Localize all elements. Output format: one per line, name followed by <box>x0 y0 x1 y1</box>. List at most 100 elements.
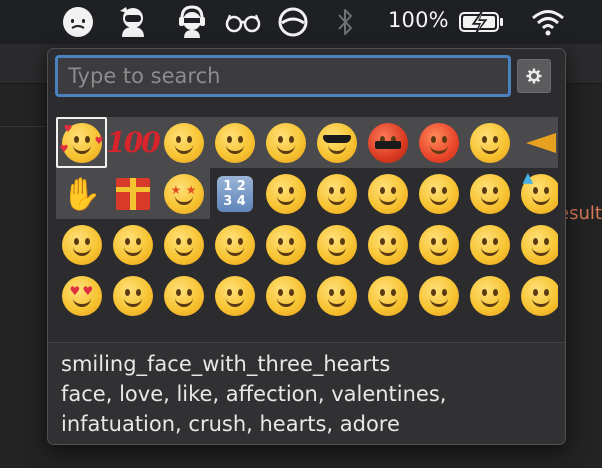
smiling-face-icon <box>418 224 459 265</box>
emoji-face-with-tears-of-joy[interactable] <box>413 168 464 219</box>
emoji-thinking-face[interactable] <box>209 117 260 168</box>
emoji-pouting-face[interactable] <box>413 117 464 168</box>
emoji-zany-face[interactable] <box>362 270 413 321</box>
emoji-exploding-head[interactable] <box>464 117 515 168</box>
smiling-face-with-smiling-eyes-icon <box>316 224 357 265</box>
emoji-smiling-face-with-smiling-eyes[interactable] <box>311 219 362 270</box>
hacker-icon[interactable] <box>170 0 214 44</box>
rolling-on-the-floor-laughing-icon <box>469 173 510 214</box>
face-with-monocle-icon <box>469 275 510 316</box>
bluetooth-icon[interactable] <box>330 0 360 44</box>
astronaut-icon[interactable] <box>112 0 154 44</box>
smiling-face-with-halo-icon <box>214 224 255 265</box>
loudspeaker-icon <box>522 130 559 156</box>
pouting-face-icon <box>418 122 459 163</box>
emoji-kissing-face[interactable] <box>158 270 209 321</box>
face-savoring-food-icon <box>469 224 510 265</box>
face-with-raised-eyebrow-icon <box>418 275 459 316</box>
emoji-grid-viewport[interactable]: ♥ ♥ ♥ 100 ✋ ★ ★ 1 23 4 ▲ ♥ ♥ <box>56 117 558 342</box>
wrapped-gift-icon <box>115 177 150 210</box>
grinning-face-icon <box>265 173 306 214</box>
emoji-grinning-face-with-smiling-eyes[interactable] <box>158 219 209 270</box>
zany-face-icon <box>367 275 408 316</box>
background-divider <box>0 126 46 127</box>
emoji-rolling-on-the-floor-laughing[interactable] <box>464 168 515 219</box>
kissing-face-with-closed-eyes-icon <box>265 275 306 316</box>
smiling-face-with-sunglasses-icon <box>316 122 357 163</box>
smiling-face-with-three-hearts-icon: ♥ ♥ ♥ <box>60 122 103 163</box>
emoji-squinting-face-with-tongue[interactable] <box>515 270 558 321</box>
glasses-icon[interactable] <box>222 0 264 44</box>
emoji-face-savoring-food[interactable] <box>464 219 515 270</box>
face-with-tears-of-joy-icon <box>418 173 459 214</box>
emoji-face-with-monocle[interactable] <box>464 270 515 321</box>
emoji-grinning-squinting-face[interactable] <box>107 219 158 270</box>
emoji-hundred-points[interactable]: 100 <box>106 117 160 168</box>
emoji-wrapped-gift[interactable] <box>107 168 158 219</box>
face-with-symbols-on-mouth-icon <box>367 122 408 163</box>
emoji-grinning-face-with-sweat[interactable] <box>158 117 209 168</box>
face-blowing-a-kiss-icon <box>112 275 153 316</box>
no-entry-icon[interactable] <box>274 0 312 44</box>
hundred-points-icon: 100 <box>106 126 160 159</box>
emoji-relieved-face[interactable] <box>515 219 558 270</box>
emoji-kissing-face-with-smiling-eyes[interactable] <box>209 270 260 321</box>
emoji-folded-hands[interactable]: ✋ <box>56 168 107 219</box>
emoji-winking-face-with-tongue[interactable] <box>311 270 362 321</box>
emoji-star-struck[interactable]: ★ ★ <box>158 168 209 219</box>
emoji-keywords-line: infatuation, crush, hearts, adore <box>61 412 400 436</box>
squinting-face-with-tongue-icon <box>520 275 558 316</box>
emoji-grid[interactable]: ♥ ♥ ♥ 100 ✋ ★ ★ 1 23 4 ▲ ♥ ♥ <box>56 117 558 321</box>
partying-face-icon: ▲ <box>520 170 558 214</box>
folded-hands-icon: ✋ <box>61 174 102 213</box>
wifi-icon[interactable] <box>526 0 570 44</box>
input-numbers-icon: 1 23 4 <box>216 175 253 212</box>
emoji-smiling-face-with-sunglasses[interactable] <box>311 117 362 168</box>
emoji-beaming-face-with-smiling-eyes[interactable] <box>362 168 413 219</box>
battery-percentage: 100% <box>388 8 449 32</box>
emoji-face-with-symbols-on-mouth[interactable] <box>362 117 413 168</box>
emoji-slightly-smiling-face[interactable] <box>362 219 413 270</box>
emoji-smiling-face[interactable] <box>413 219 464 270</box>
thinking-face-icon <box>214 122 255 163</box>
emoji-input-numbers[interactable]: 1 23 4 <box>209 168 260 219</box>
search-box[interactable] <box>55 55 511 97</box>
emoji-grinning-face[interactable] <box>260 168 311 219</box>
gear-icon <box>526 68 542 84</box>
grinning-squinting-face-icon <box>112 224 153 265</box>
charging-battery-icon[interactable] <box>456 0 508 44</box>
beaming-face-with-smiling-eyes-icon <box>367 173 408 214</box>
emoji-face-blowing-a-kiss[interactable] <box>107 270 158 321</box>
emoji-smiling-face-with-three-hearts[interactable]: ♥ ♥ ♥ <box>56 117 107 168</box>
emoji-grinning-face-with-big-eyes[interactable] <box>56 219 107 270</box>
emoji-picker-popover: ♥♥♥100✋ ★★ 1 23 4 ▲ ♥♥ smiling_face_with_thr… <box>47 48 566 445</box>
smiling-face-with-heart-eyes-icon: ♥ ♥ <box>61 275 102 316</box>
face-icon[interactable] <box>58 0 98 44</box>
emoji-smiling-face-with-heart-eyes[interactable]: ♥ ♥ <box>56 270 107 321</box>
kissing-face-icon <box>163 275 204 316</box>
winking-face-with-tongue-icon <box>316 275 357 316</box>
emoji-name: smiling_face_with_three_hearts <box>61 352 391 376</box>
emoji-smiling-face-with-halo[interactable] <box>209 219 260 270</box>
emoji-info-panel: smiling_face_with_three_hearts face, lov… <box>48 342 565 444</box>
kissing-face-with-smiling-eyes-icon <box>214 275 255 316</box>
emoji-keywords-line: face, love, like, affection, valentines, <box>61 382 447 406</box>
grinning-face-with-smiling-eyes-icon <box>163 224 204 265</box>
emoji-loudspeaker[interactable] <box>515 117 558 168</box>
relieved-face-icon <box>520 224 558 265</box>
exploding-head-icon <box>469 122 510 163</box>
settings-button[interactable] <box>517 59 551 93</box>
grinning-face-with-big-eyes-icon <box>61 224 102 265</box>
grinning-face-with-sweat-icon <box>163 122 204 163</box>
search-input[interactable] <box>68 58 508 94</box>
emoji-grimacing-face[interactable] <box>311 168 362 219</box>
emoji-winking-face[interactable] <box>260 219 311 270</box>
emoji-face-with-raised-eyebrow[interactable] <box>413 270 464 321</box>
emoji-partying-face[interactable]: ▲ <box>515 168 558 219</box>
upside-down-face-icon <box>265 122 306 163</box>
slightly-smiling-face-icon <box>367 224 408 265</box>
grimacing-face-icon <box>316 173 357 214</box>
emoji-upside-down-face[interactable] <box>260 117 311 168</box>
emoji-kissing-face-with-closed-eyes[interactable] <box>260 270 311 321</box>
winking-face-icon <box>265 224 306 265</box>
